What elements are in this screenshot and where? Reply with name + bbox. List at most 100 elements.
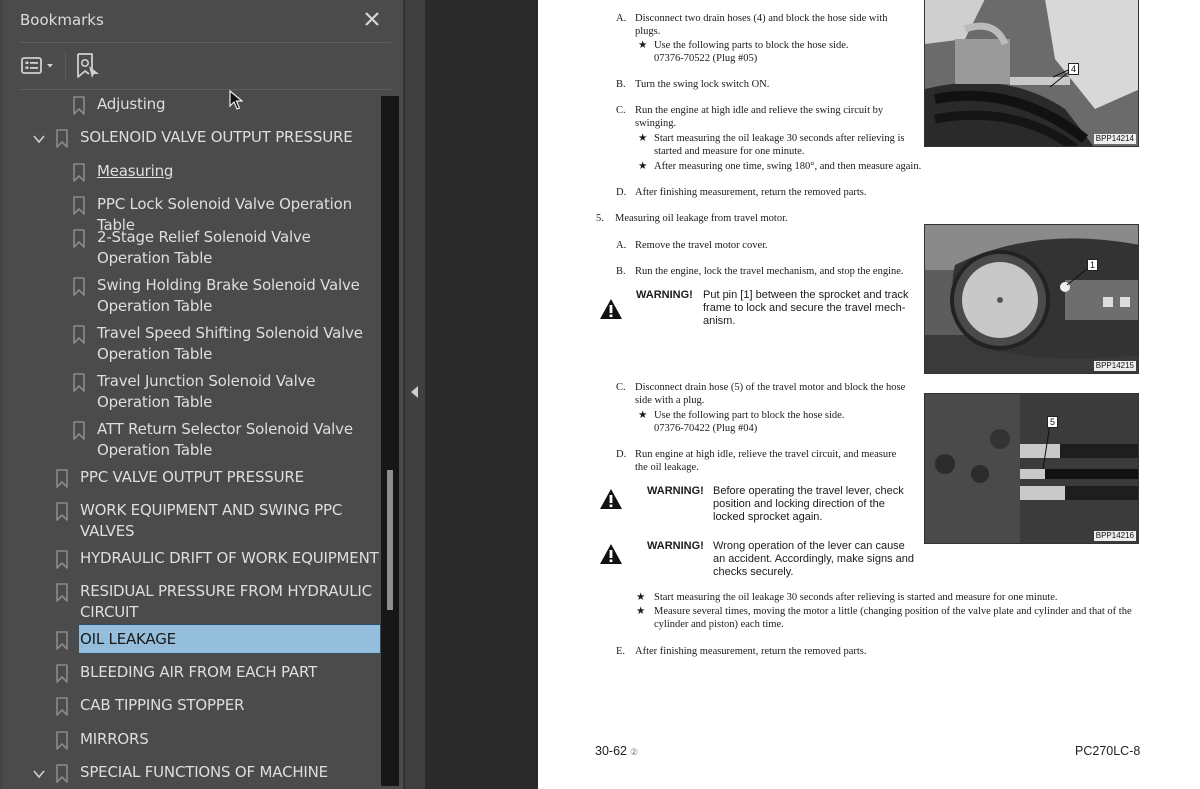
step-text: Remove the travel motor cover. <box>635 240 768 251</box>
bookmark-icon <box>55 502 69 521</box>
find-current-bookmark-button[interactable] <box>75 52 101 80</box>
step-marker: E. <box>616 646 626 657</box>
note-text: 07376-70522 (Plug #05) <box>654 53 758 64</box>
warning-text: frame to lock and secure the travel mech… <box>703 302 906 314</box>
bookmark-icon <box>72 373 86 392</box>
step-marker: C. <box>616 382 626 393</box>
warning-icon <box>600 544 622 564</box>
photo-travel-sprocket <box>925 225 1138 373</box>
figure-drain-hoses: 4 BPP14214 <box>924 0 1139 147</box>
bookmark-label: SPECIAL FUNCTIONS OF MACHINE <box>80 763 328 781</box>
bookmark-label: HYDRAULIC DRIFT OF WORK EQUIPMENT <box>80 549 379 567</box>
star-icon: ★ <box>638 40 648 51</box>
bookmark-label: Swing Holding Brake Solenoid Valve Opera… <box>97 276 360 315</box>
chevron-down-icon[interactable] <box>32 131 46 145</box>
bookmark-tree: Adjusting SOLENOID VALVE OUTPUT PRESSURE M… <box>0 91 381 789</box>
figure-travel-motor-hose: 5 BPP14216 <box>924 393 1139 544</box>
step-marker: A. <box>616 240 627 251</box>
list-options-icon <box>21 57 53 74</box>
close-icon[interactable] <box>361 8 383 30</box>
step-text: Disconnect two drain hoses (4) and block… <box>635 13 888 24</box>
bookmark-icon <box>55 697 69 716</box>
collapse-left-icon <box>411 386 418 398</box>
step-text: After finishing measurement, return the … <box>635 187 867 198</box>
note-text: Start measuring the oil leakage 30 secon… <box>654 592 1058 603</box>
bookmark-label: PPC VALVE OUTPUT PRESSURE <box>80 468 304 486</box>
warning-icon <box>600 299 622 319</box>
warning-icon <box>600 489 622 509</box>
bookmark-scrollbar-thumb[interactable] <box>387 470 393 610</box>
warning-label: WARNING! <box>647 485 704 497</box>
bookmark-icon <box>72 421 86 440</box>
chevron-down-icon[interactable] <box>32 766 46 780</box>
step-text: Disconnect drain hose (5) of the travel … <box>635 382 906 393</box>
bookmark-label: BLEEDING AIR FROM EACH PART <box>80 663 318 681</box>
bookmark-label: WORK EQUIPMENT AND SWING PPC VALVES <box>80 501 343 540</box>
list-options-button[interactable] <box>20 52 60 80</box>
bookmark-label: Travel Junction Solenoid Valve Operation… <box>97 372 316 411</box>
bookmark-icon <box>72 196 86 215</box>
bookmark-icon <box>72 163 86 182</box>
bookmark-label: RESIDUAL PRESSURE FROM HYDRAULIC CIRCUIT <box>80 582 372 621</box>
mouse-cursor-icon <box>229 90 243 110</box>
section-title: Measuring oil leakage from travel motor. <box>615 213 788 224</box>
warning-text: checks securely. <box>713 566 794 578</box>
bookmarks-panel: Bookmarks Adjusting SOLENOID VALVE OUTPU… <box>0 0 404 789</box>
bookmark-icon <box>72 229 86 248</box>
bookmark-label: Travel Speed Shifting Solenoid Valve Ope… <box>97 324 363 363</box>
step-marker: C. <box>616 105 626 116</box>
document-page: A. Disconnect two drain hoses (4) and bl… <box>538 0 1200 789</box>
page-number-text: 30-62 <box>595 744 627 758</box>
bookmark-label: SOLENOID VALVE OUTPUT PRESSURE <box>80 128 353 146</box>
warning-text: Before operating the travel lever, check <box>713 485 904 497</box>
note-text: Use the following part to block the hose… <box>654 410 845 421</box>
note-text: Use the following parts to block the hos… <box>654 40 849 51</box>
warning-text: Wrong operation of the lever can cause <box>713 540 905 552</box>
star-icon: ★ <box>636 606 646 617</box>
figure-callout: 4 <box>1068 63 1080 75</box>
find-current-bookmark-icon <box>77 53 99 78</box>
bookmark-icon <box>55 550 69 569</box>
figure-callout: 1 <box>1087 259 1099 271</box>
bookmarks-toolbar <box>20 44 391 90</box>
step-marker: D. <box>616 449 627 460</box>
note-text: Measure several times, moving the motor … <box>654 606 1132 617</box>
bookmark-scrollbar[interactable] <box>381 96 399 786</box>
bookmark-icon <box>72 325 86 344</box>
warning-text: Put pin [1] between the sprocket and tra… <box>703 289 909 301</box>
step-text: side with a plug. <box>635 395 705 406</box>
step-marker: B. <box>616 79 626 90</box>
bookmark-icon <box>55 731 69 750</box>
figure-travel-sprocket: 1 BPP14215 <box>924 224 1139 374</box>
photo-travel-motor <box>925 394 1138 543</box>
panel-collapse-button[interactable] <box>405 0 425 789</box>
warning-text: anism. <box>703 315 736 327</box>
revision-mark: ② <box>629 747 639 757</box>
model-number: PC270LC-8 <box>1075 744 1141 758</box>
step-text: Run engine at high idle, relieve the tra… <box>635 449 897 460</box>
figure-id: BPP14214 <box>1093 134 1136 144</box>
step-marker: D. <box>616 187 627 198</box>
star-icon: ★ <box>638 161 648 172</box>
star-icon: ★ <box>636 592 646 603</box>
warning-text: locked sprocket again. <box>713 511 823 523</box>
bookmark-icon <box>55 129 69 148</box>
step-marker: B. <box>616 266 626 277</box>
page-number: 30-62 ② <box>595 744 638 758</box>
note-text: After measuring one time, swing 180°, an… <box>654 161 922 172</box>
bookmark-label: OIL LEAKAGE <box>78 624 381 654</box>
bookmark-icon <box>55 631 69 650</box>
panel-title: Bookmarks <box>20 11 104 29</box>
bookmark-icon <box>55 664 69 683</box>
step-text: After finishing measurement, return the … <box>635 646 867 657</box>
section-number: 5. <box>596 213 604 224</box>
star-icon: ★ <box>638 133 648 144</box>
bookmark-icon <box>72 96 86 115</box>
step-text: Run the engine at high idle and relieve … <box>635 105 884 116</box>
bookmark-icon <box>55 583 69 602</box>
toolbar-divider <box>65 52 66 80</box>
panel-header: Bookmarks <box>20 0 391 43</box>
note-text: started and measure for one minute. <box>654 146 805 157</box>
bookmark-label: 2-Stage Relief Solenoid Valve Operation … <box>97 228 311 267</box>
star-icon: ★ <box>638 410 648 421</box>
